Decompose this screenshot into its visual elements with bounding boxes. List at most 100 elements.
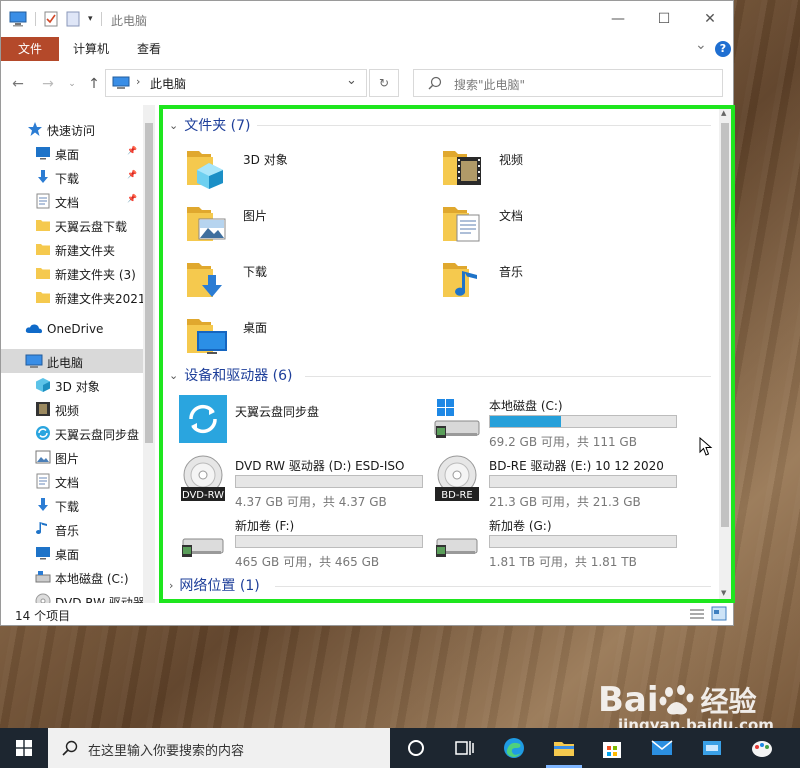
folders-group-header[interactable]: ⌄ 文件夹 (7) [169, 115, 251, 135]
navigation-pane: 快速访问 桌面 📌 下载 📌 文档 📌 天翼云盘下载 新建文件夹 新建文件夹 (3) 新建文件夹20… [1, 105, 157, 603]
folder-item[interactable]: 下载 [185, 257, 425, 307]
close-button[interactable]: ✕ [687, 1, 733, 37]
baidu-logo-text: Bai [598, 680, 659, 720]
paw-icon [659, 685, 694, 715]
mail-icon[interactable] [650, 736, 674, 760]
sidebar-item[interactable]: 天翼云盘下载 [1, 213, 143, 237]
folder-label: 下载 [243, 265, 268, 279]
sidebar-item[interactable]: 图片 [1, 445, 143, 469]
sidebar-item[interactable]: 下载 📌 [1, 165, 143, 189]
drive-item[interactable]: DVD-RW DVD RW 驱动器 (D:) ESD-ISO 4.37 GB 可用，… [179, 455, 429, 511]
taskbar-search-input[interactable]: 在这里输入你要搜索的内容 [88, 740, 244, 759]
document-icon [35, 473, 51, 489]
document-icon [35, 193, 51, 209]
minimize-button[interactable]: — [595, 1, 641, 37]
drive-label: BD-RE 驱动器 (E:) 10 12 2020 [489, 459, 664, 473]
drive-item[interactable]: 新加卷 (F:) 465 GB 可用，共 465 GB [179, 515, 429, 571]
sidebar-item[interactable]: 快速访问 [1, 117, 143, 141]
search-box[interactable]: 搜索"此电脑" [413, 69, 723, 97]
address-separator-icon[interactable]: › [136, 75, 140, 88]
sidebar-scrollbar-thumb[interactable] [145, 123, 153, 443]
sidebar-item[interactable]: 本地磁盘 (C:) [1, 565, 143, 589]
recent-locations-icon[interactable]: ⌄ [63, 75, 81, 93]
folders-group-title: 文件夹 (7) [184, 118, 251, 134]
search-icon [428, 76, 442, 90]
customize-toolbar-icon[interactable]: ▾ [88, 14, 93, 24]
sidebar-item-label: 音乐 [55, 524, 80, 538]
drive-item[interactable]: BD-RE BD-RE 驱动器 (E:) 10 12 2020 21.3 GB 可用… [433, 455, 683, 511]
tab-computer[interactable]: 计算机 [63, 37, 119, 61]
tab-view[interactable]: 查看 [125, 37, 173, 61]
folder-label: 音乐 [499, 265, 524, 279]
sidebar-item[interactable]: 新建文件夹 (3) [1, 261, 143, 285]
folder-label: 3D 对象 [243, 153, 288, 167]
windows-start-icon[interactable] [16, 740, 32, 756]
content-scrollbar-thumb[interactable] [721, 123, 729, 527]
scroll-up-icon[interactable]: ▲ [721, 109, 726, 117]
address-path[interactable]: 此电脑 [150, 75, 186, 92]
cortana-icon[interactable] [404, 736, 428, 760]
scroll-down-icon[interactable]: ▼ [721, 589, 726, 597]
forward-arrow-icon[interactable]: → [39, 75, 57, 93]
file-explorer-taskbar-icon[interactable] [552, 736, 576, 760]
folder-item[interactable]: 桌面 [185, 313, 425, 363]
refresh-button[interactable]: ↻ [369, 69, 399, 97]
sidebar-scrollbar[interactable] [143, 105, 155, 603]
new-folder-icon[interactable] [66, 11, 80, 27]
group-divider [275, 586, 711, 587]
properties-icon[interactable] [44, 11, 58, 27]
expand-ribbon-icon[interactable]: ⌄ [695, 37, 707, 53]
up-arrow-icon[interactable]: ↑ [85, 75, 103, 93]
large-icons-view-icon[interactable] [711, 606, 727, 621]
sidebar-item[interactable]: DVD RW 驱动器 [1, 589, 145, 603]
sidebar-item[interactable]: 新建文件夹2021 [1, 285, 146, 309]
sidebar-item[interactable]: 下载 [1, 493, 143, 517]
sidebar-item[interactable]: OneDrive [1, 317, 143, 341]
folder-item[interactable]: 3D 对象 [185, 145, 425, 195]
expand-chevron-icon[interactable]: › [169, 579, 173, 592]
desktop-icon [35, 545, 51, 561]
store-icon[interactable] [600, 736, 624, 760]
sidebar-item-label: OneDrive [47, 322, 104, 336]
drive-item[interactable]: 天翼云盘同步盘 [179, 395, 429, 451]
sidebar-item[interactable]: 新建文件夹 [1, 237, 143, 261]
task-view-icon[interactable] [452, 736, 476, 760]
maximize-button[interactable]: ☐ [641, 1, 687, 37]
folder-item[interactable]: 图片 [185, 201, 425, 251]
sidebar-item[interactable]: 视频 [1, 397, 143, 421]
control-panel-icon[interactable] [700, 736, 724, 760]
help-icon[interactable]: ? [715, 41, 731, 57]
cube-icon [35, 377, 51, 393]
drive-space-text: 4.37 GB 可用，共 4.37 GB [235, 495, 387, 509]
drive-item[interactable]: 本地磁盘 (C:) 69.2 GB 可用，共 111 GB [433, 395, 683, 451]
tab-file[interactable]: 文件 [1, 37, 59, 61]
sidebar-item-label: 此电脑 [47, 356, 84, 370]
sidebar-item[interactable]: 文档 📌 [1, 189, 143, 213]
sidebar-item-label: 桌面 [55, 148, 80, 162]
address-bar[interactable]: › 此电脑 ⌄ [105, 69, 367, 97]
content-scrollbar[interactable]: ▲ ▼ [719, 107, 731, 601]
folder-item[interactable]: 音乐 [441, 257, 681, 307]
collapse-chevron-icon[interactable]: ⌄ [169, 369, 178, 382]
drives-group-header[interactable]: ⌄ 设备和驱动器 (6) [169, 365, 293, 385]
paint-icon[interactable] [750, 736, 774, 760]
collapse-chevron-icon[interactable]: ⌄ [169, 119, 178, 132]
folder-item[interactable]: 视频 [441, 145, 681, 195]
taskbar-search-box[interactable]: 在这里输入你要搜索的内容 [48, 728, 390, 768]
sidebar-item[interactable]: 桌面 📌 [1, 141, 143, 165]
edge-browser-icon[interactable] [502, 736, 526, 760]
sidebar-item[interactable]: 桌面 [1, 541, 143, 565]
details-view-icon[interactable] [689, 607, 705, 621]
search-input[interactable]: 搜索"此电脑" [454, 76, 525, 93]
sidebar-item[interactable]: 文档 [1, 469, 143, 493]
network-group-header[interactable]: › 网络位置 (1) [169, 575, 260, 595]
sidebar-item[interactable]: 音乐 [1, 517, 143, 541]
sidebar-item[interactable]: 天翼云盘同步盘 [1, 421, 143, 445]
address-dropdown-icon[interactable]: ⌄ [346, 73, 357, 88]
sidebar-item[interactable]: 此电脑 [1, 349, 143, 373]
back-arrow-icon[interactable]: ← [9, 75, 27, 93]
baidu-jingyan-text: 经验 [700, 685, 757, 718]
sidebar-item[interactable]: 3D 对象 [1, 373, 143, 397]
drive-item[interactable]: 新加卷 (G:) 1.81 TB 可用，共 1.81 TB [433, 515, 683, 571]
folder-item[interactable]: 文档 [441, 201, 681, 251]
